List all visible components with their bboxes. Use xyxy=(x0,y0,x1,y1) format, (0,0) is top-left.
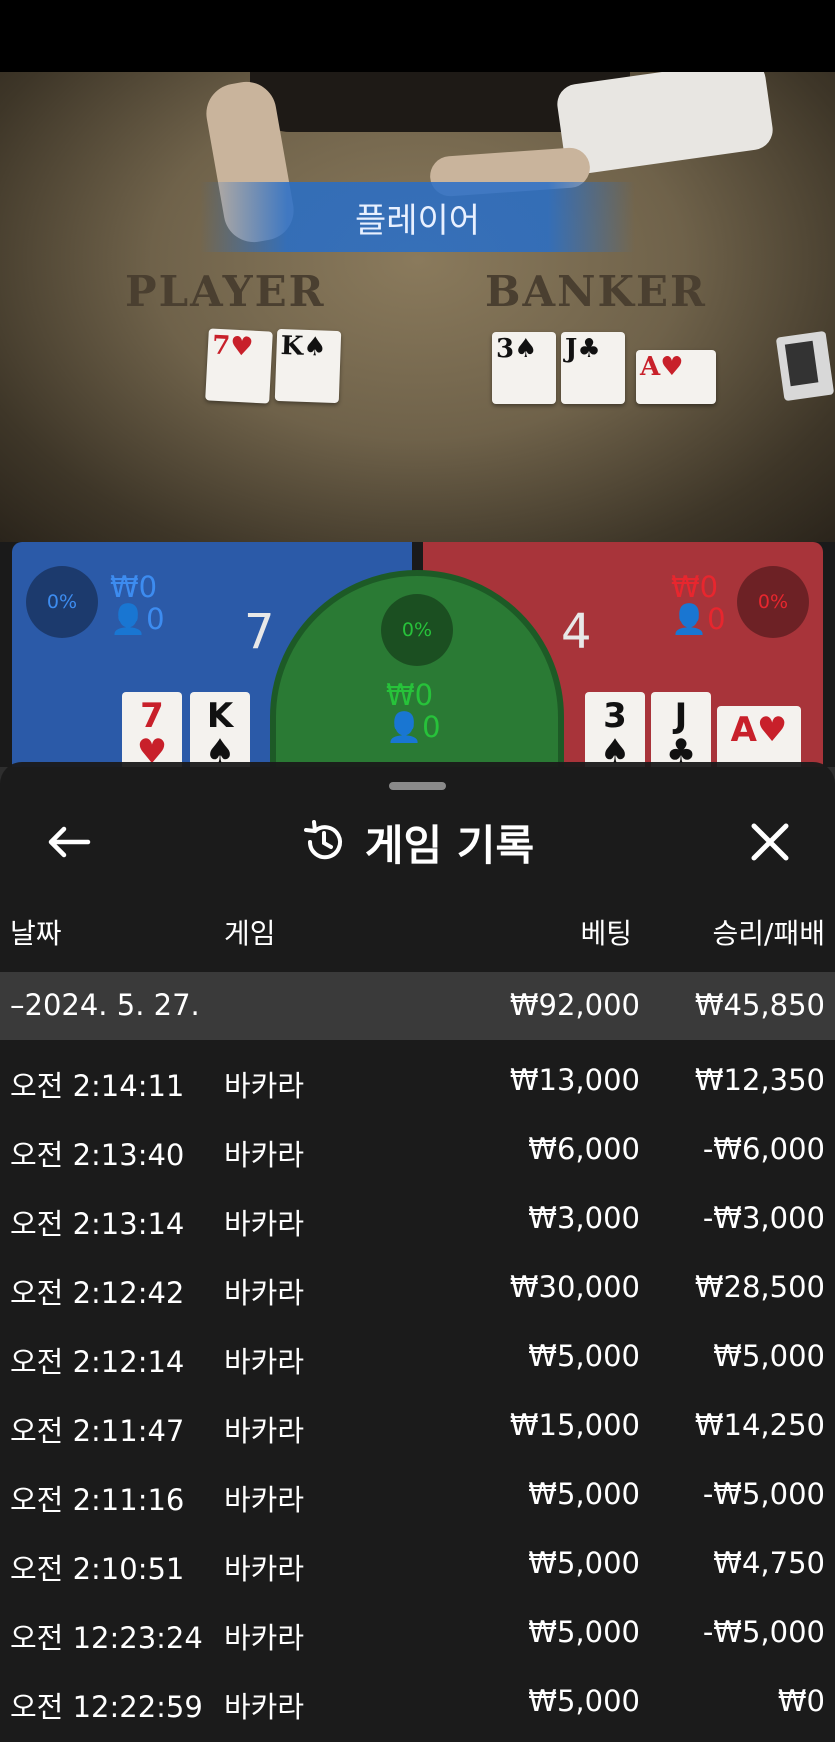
history-row[interactable]: 오전 2:11:47 바카라 ₩15,000 ₩14,250 xyxy=(0,1392,835,1458)
person-icon: 👤 xyxy=(386,710,423,744)
row-bet: ₩6,000 xyxy=(528,1132,640,1166)
player-percent: 0% xyxy=(26,566,98,638)
day-date: –2024. 5. 27. xyxy=(10,988,200,1022)
player-score: 7 xyxy=(244,604,275,660)
row-result: -₩3,000 xyxy=(702,1201,825,1235)
row-time: 오전 12:22:59 xyxy=(10,1690,203,1724)
row-time: 오전 2:11:47 xyxy=(10,1414,185,1448)
row-time: 오전 2:13:14 xyxy=(10,1207,185,1241)
history-row[interactable]: 오전 2:11:16 바카라 ₩5,000 -₩5,000 xyxy=(0,1461,835,1527)
row-time: 오전 2:10:51 xyxy=(10,1552,185,1586)
row-bet: ₩15,000 xyxy=(509,1408,640,1442)
status-bar xyxy=(0,0,835,72)
history-row[interactable]: 오전 12:22:59 바카라 ₩5,000 ₩0 xyxy=(0,1668,835,1734)
history-row[interactable]: 오전 2:10:51 바카라 ₩5,000 ₩4,750 xyxy=(0,1530,835,1596)
row-time: 오전 2:11:16 xyxy=(10,1483,185,1517)
row-result: -₩5,000 xyxy=(702,1615,825,1649)
row-bet: ₩5,000 xyxy=(528,1684,640,1718)
row-result: ₩0 xyxy=(777,1684,825,1718)
day-summary-row[interactable]: –2024. 5. 27. ₩92,000 ₩45,850 xyxy=(0,972,835,1040)
row-result: ₩14,250 xyxy=(694,1408,825,1442)
banker-score: 4 xyxy=(561,604,592,660)
row-bet: ₩5,000 xyxy=(528,1615,640,1649)
row-bet: ₩13,000 xyxy=(509,1063,640,1097)
banker-amount: ₩0 xyxy=(671,570,719,604)
row-bet: ₩30,000 xyxy=(509,1270,640,1304)
row-game: 바카라 xyxy=(224,1690,305,1724)
video-banker-card-3: A♥ xyxy=(636,350,716,404)
row-bet: ₩5,000 xyxy=(528,1477,640,1511)
history-row[interactable]: 오전 2:12:14 바카라 ₩5,000 ₩5,000 xyxy=(0,1323,835,1389)
drag-handle[interactable] xyxy=(389,782,446,790)
column-header-game: 게임 xyxy=(224,917,276,950)
row-result: ₩4,750 xyxy=(713,1546,825,1580)
title-text: 게임 기록 xyxy=(364,820,535,870)
row-result: ₩28,500 xyxy=(694,1270,825,1304)
row-result: -₩5,000 xyxy=(702,1477,825,1511)
tie-percent: 0% xyxy=(381,594,453,666)
video-player-card-2: K♠ xyxy=(274,328,342,404)
row-game: 바카라 xyxy=(224,1345,305,1379)
row-result: ₩12,350 xyxy=(694,1063,825,1097)
table-banker-label: BANKER xyxy=(485,267,707,316)
table-player-label: PLAYER xyxy=(125,267,326,316)
day-bet-total: ₩92,000 xyxy=(509,988,640,1022)
column-header-result: 승리/패배 xyxy=(712,917,825,950)
banker-bettors: 👤0 xyxy=(671,602,726,636)
row-time: 오전 2:12:42 xyxy=(10,1276,185,1310)
row-bet: ₩5,000 xyxy=(528,1546,640,1580)
history-clock-icon xyxy=(303,820,342,860)
row-game: 바카라 xyxy=(224,1414,305,1448)
history-row[interactable]: 오전 2:14:11 바카라 ₩13,000 ₩12,350 xyxy=(0,1047,835,1113)
history-row[interactable]: 오전 12:23:24 바카라 ₩5,000 -₩5,000 xyxy=(0,1599,835,1665)
row-game: 바카라 xyxy=(224,1276,305,1310)
card-shoe xyxy=(775,330,835,402)
video-banker-card-1: 3♠ xyxy=(492,332,556,404)
row-game: 바카라 xyxy=(224,1552,305,1586)
player-bettors: 👤0 xyxy=(110,602,165,636)
betting-area: 0% ₩0 👤0 7 7 ♥ K ♠ 0% ₩0 👤0 4 3 ♠ J ♣ A♥ 0% … xyxy=(0,542,835,870)
row-time: 오전 2:12:14 xyxy=(10,1345,185,1379)
player-amount: ₩0 xyxy=(110,570,158,604)
row-result: -₩6,000 xyxy=(702,1132,825,1166)
tie-bettors: 👤0 xyxy=(386,710,441,744)
tie-amount: ₩0 xyxy=(386,678,434,712)
live-video: 플레이어 PLAYER BANKER 7♥ K♠ 3♠ J♣ A♥ xyxy=(0,72,835,542)
person-icon: 👤 xyxy=(671,602,708,636)
row-time: 오전 12:23:24 xyxy=(10,1621,203,1655)
row-game: 바카라 xyxy=(224,1483,305,1517)
history-row[interactable]: 오전 2:13:14 바카라 ₩3,000 -₩3,000 xyxy=(0,1185,835,1251)
day-result-total: ₩45,850 xyxy=(694,988,825,1022)
video-banker-card-2: J♣ xyxy=(561,332,625,404)
row-game: 바카라 xyxy=(224,1138,305,1172)
row-game: 바카라 xyxy=(224,1207,305,1241)
column-header-date: 날짜 xyxy=(10,917,62,950)
row-bet: ₩3,000 xyxy=(528,1201,640,1235)
row-result: ₩5,000 xyxy=(713,1339,825,1373)
row-time: 오전 2:14:11 xyxy=(10,1069,185,1103)
close-button[interactable] xyxy=(740,812,800,872)
person-icon: 👤 xyxy=(110,602,147,636)
row-bet: ₩5,000 xyxy=(528,1339,640,1373)
sheet-title: 게임 기록 xyxy=(0,810,835,874)
banker-percent: 0% xyxy=(737,566,809,638)
column-header-bet: 베팅 xyxy=(580,917,632,950)
result-banner: 플레이어 xyxy=(200,182,635,252)
video-player-card-1: 7♥ xyxy=(205,328,273,404)
history-row[interactable]: 오전 2:13:40 바카라 ₩6,000 -₩6,000 xyxy=(0,1116,835,1182)
history-row[interactable]: 오전 2:12:42 바카라 ₩30,000 ₩28,500 xyxy=(0,1254,835,1320)
row-time: 오전 2:13:40 xyxy=(10,1138,185,1172)
close-x-icon xyxy=(751,823,789,861)
row-game: 바카라 xyxy=(224,1069,305,1103)
game-history-sheet: 게임 기록 날짜 게임 베팅 승리/패배 –2024. 5. 27. ₩92,0… xyxy=(0,762,835,1742)
row-game: 바카라 xyxy=(224,1621,305,1655)
